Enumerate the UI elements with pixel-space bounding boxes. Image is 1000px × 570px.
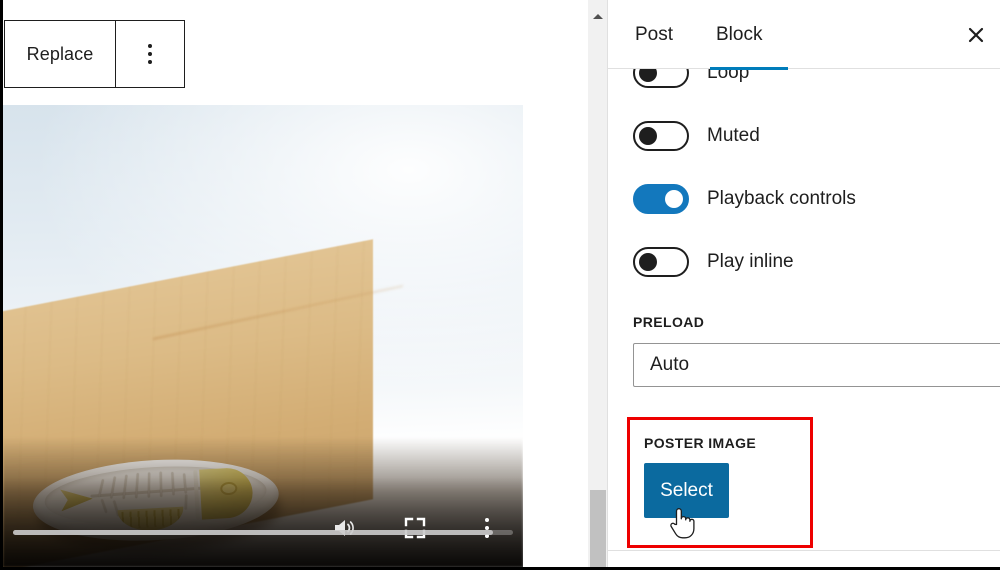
toggle-knob <box>639 127 657 145</box>
volume-button[interactable] <box>327 511 361 545</box>
panel-header: Post Block <box>608 0 1000 69</box>
editor-canvas: Replace <box>0 0 586 567</box>
fullscreen-button[interactable] <box>398 511 432 545</box>
toggle-label-loop: Loop <box>707 69 750 83</box>
toggle-play-inline[interactable] <box>633 247 689 277</box>
kebab-vertical-icon <box>485 516 489 540</box>
tab-post[interactable]: Post <box>633 20 675 50</box>
toggle-muted[interactable] <box>633 121 689 151</box>
block-toolbar: Replace <box>4 20 185 88</box>
video-progress-fill <box>13 530 493 535</box>
setting-row-playback-controls[interactable]: Playback controls <box>633 184 856 214</box>
toggle-loop[interactable] <box>633 69 689 88</box>
settings-panel: Post Block Loop Muted Playback controls … <box>607 0 1000 567</box>
video-block[interactable] <box>3 105 523 567</box>
scrollbar-thumb[interactable] <box>590 490 606 567</box>
video-controls-bar <box>3 477 523 567</box>
toggle-label-muted: Muted <box>707 125 760 146</box>
close-settings-button[interactable] <box>957 16 995 54</box>
video-progress-bar[interactable] <box>13 530 513 535</box>
poster-image-highlight-box: POSTER IMAGE Select <box>627 417 813 548</box>
kebab-vertical-icon <box>148 42 152 66</box>
preload-selected-value: Auto <box>650 354 690 375</box>
preload-select[interactable]: Auto <box>633 343 1000 387</box>
volume-icon <box>335 520 354 536</box>
screenshot-root: Replace Post Block Loop Muted Playback c… <box>0 0 1000 570</box>
preload-label: PRELOAD <box>633 314 705 330</box>
panel-divider <box>608 550 1000 551</box>
toggle-knob <box>639 69 657 82</box>
poster-select-button[interactable]: Select <box>644 463 729 518</box>
setting-row-loop[interactable]: Loop <box>633 69 749 88</box>
setting-row-play-inline[interactable]: Play inline <box>633 247 794 277</box>
setting-row-muted[interactable]: Muted <box>633 121 760 151</box>
poster-image-label: POSTER IMAGE <box>644 435 757 451</box>
toggle-knob <box>639 253 657 271</box>
triangle-up-icon[interactable] <box>592 14 603 19</box>
video-more-options-button[interactable] <box>470 511 504 545</box>
toggle-knob <box>665 190 683 208</box>
active-tab-indicator <box>710 67 788 70</box>
toggle-playback-controls[interactable] <box>633 184 689 214</box>
panel-body: Loop Muted Playback controls Play inline <box>608 69 1000 567</box>
replace-button[interactable]: Replace <box>5 21 115 87</box>
block-more-options-button[interactable] <box>116 21 184 87</box>
panel-scrollbar[interactable] <box>587 0 607 567</box>
close-icon <box>968 27 984 43</box>
tab-block[interactable]: Block <box>714 20 764 50</box>
toggle-label-playback-controls: Playback controls <box>707 188 856 209</box>
toggle-label-play-inline: Play inline <box>707 251 794 272</box>
fullscreen-icon <box>404 517 426 539</box>
